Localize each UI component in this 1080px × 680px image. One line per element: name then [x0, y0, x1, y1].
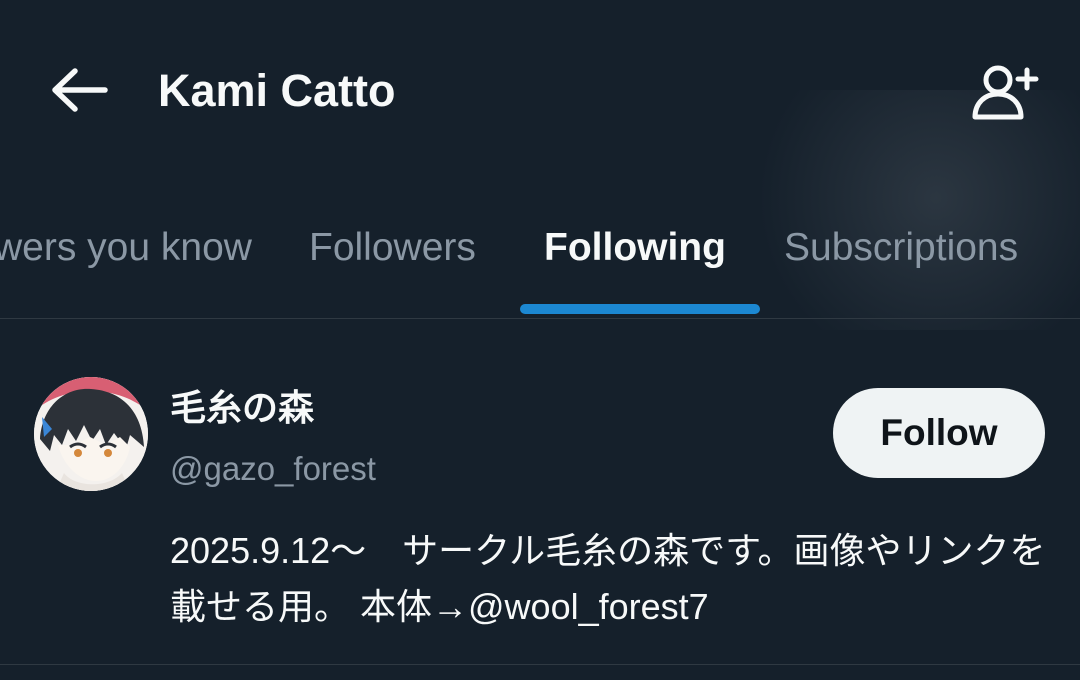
tab-bar: wers you know Followers Following Subscr…: [0, 188, 1080, 319]
back-button[interactable]: [40, 58, 120, 122]
arrow-left-icon: [52, 68, 108, 112]
add-user-icon: [972, 65, 1039, 120]
tab-followers[interactable]: Followers: [309, 218, 476, 278]
user-handle[interactable]: @gazo_forest: [170, 446, 376, 492]
page-title: Kami Catto: [158, 65, 396, 116]
avatar[interactable]: [34, 377, 148, 491]
follow-button[interactable]: Follow: [833, 388, 1045, 478]
avatar-illustration: [34, 377, 148, 491]
following-list: 毛糸の森 @gazo_forest Follow 2025.9.12〜 サークル…: [0, 331, 1080, 680]
user-bio: 2025.9.12〜 サークル毛糸の森です。画像やリンクを載せる用。 本体→@w…: [170, 530, 1046, 627]
active-tab-indicator: [520, 304, 760, 314]
add-user-button[interactable]: [960, 52, 1050, 132]
top-bar: Kami Catto: [0, 0, 1080, 180]
display-name[interactable]: 毛糸の森: [170, 385, 314, 431]
tab-subscriptions[interactable]: Subscriptions: [784, 218, 1018, 278]
following-screen: Kami Catto wers you know Followers Follo…: [0, 0, 1080, 680]
tab-followers-you-know[interactable]: wers you know: [0, 218, 252, 278]
list-item[interactable]: 毛糸の森 @gazo_forest Follow 2025.9.12〜 サークル…: [0, 331, 1080, 665]
tab-following[interactable]: Following: [544, 218, 726, 278]
